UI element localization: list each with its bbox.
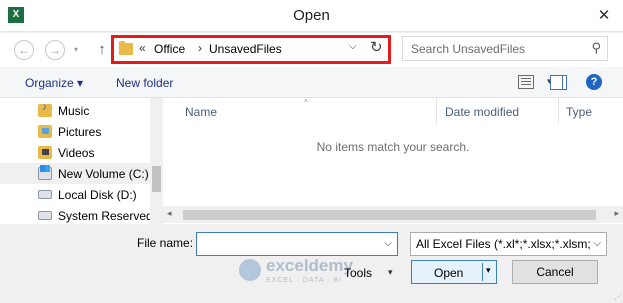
- scroll-right-icon[interactable]: ▸: [614, 208, 619, 219]
- breadcrumb-unsavedfiles[interactable]: UnsavedFiles: [209, 42, 282, 56]
- breadcrumb-overflow[interactable]: «: [139, 41, 146, 55]
- sidebar-item-music[interactable]: Music: [0, 100, 150, 121]
- drive-icon: [38, 190, 52, 199]
- forward-button[interactable]: →: [45, 40, 65, 60]
- dialog-footer: File name: ⌵ All Excel Files (*.xl*;*.xl…: [0, 224, 623, 303]
- breadcrumb-office[interactable]: Office: [154, 42, 185, 56]
- music-folder-icon: [38, 102, 52, 117]
- file-type-value: All Excel Files (*.xl*;*.xlsx;*.xlsm;: [416, 237, 591, 251]
- file-type-dropdown-icon[interactable]: ⌵: [591, 238, 601, 249]
- search-placeholder: Search UnsavedFiles: [411, 42, 526, 56]
- file-list: ^ Name Date modified Type No items match…: [163, 98, 623, 224]
- sidebar-item-label: Music: [58, 104, 90, 118]
- sidebar-scrollbar[interactable]: [150, 98, 163, 224]
- recent-locations-dropdown[interactable]: ▾: [70, 40, 82, 60]
- tools-button[interactable]: Tools: [344, 266, 372, 280]
- column-header-name[interactable]: Name: [185, 105, 217, 119]
- organize-button[interactable]: Organize ▾: [25, 76, 83, 90]
- close-button[interactable]: ✕: [593, 6, 615, 26]
- open-split-divider: [482, 263, 483, 281]
- empty-state-message: No items match your search.: [316, 140, 470, 154]
- file-name-dropdown-icon[interactable]: ⌵: [384, 238, 392, 249]
- sidebar-item-new-volume-c[interactable]: New Volume (C:): [0, 163, 150, 184]
- up-button[interactable]: ↑: [91, 40, 113, 60]
- address-bar[interactable]: « Office › UnsavedFiles ⌵ ↻: [111, 35, 391, 64]
- dialog-title: Open: [293, 7, 330, 24]
- watermark-name: exceldemy: [266, 256, 353, 275]
- command-toolbar: Organize ▾ New folder ▾ ?: [0, 67, 623, 98]
- watermark-tagline: EXCEL · DATA · BI: [266, 277, 342, 284]
- sidebar-item-label: Local Disk (D:): [58, 188, 137, 202]
- sidebar-item-label: Pictures: [58, 125, 102, 139]
- cancel-button[interactable]: Cancel: [512, 260, 598, 284]
- open-button-label: Open: [434, 266, 464, 280]
- sidebar-scrollbar-thumb[interactable]: [152, 166, 161, 192]
- resize-grip-icon[interactable]: ⋰: [614, 292, 622, 301]
- change-view-icon[interactable]: [518, 75, 534, 89]
- sort-indicator-icon: ^: [304, 98, 308, 107]
- file-type-select[interactable]: All Excel Files (*.xl*;*.xlsx;*.xlsm; ⌵: [410, 232, 607, 256]
- open-options-dropdown-icon[interactable]: ▾: [486, 265, 491, 276]
- refresh-icon[interactable]: ↻: [370, 38, 383, 56]
- new-folder-button[interactable]: New folder: [116, 76, 173, 90]
- help-icon[interactable]: ?: [586, 74, 602, 90]
- sidebar-item-pictures[interactable]: Pictures: [0, 121, 150, 142]
- file-name-field[interactable]: ⌵: [196, 232, 398, 256]
- file-name-label: File name:: [137, 236, 194, 250]
- pictures-folder-icon: [38, 125, 52, 138]
- sidebar-item-label: New Volume (C:): [58, 167, 149, 181]
- windows-drive-icon: [38, 165, 52, 180]
- title-bar: X Open ✕: [0, 0, 623, 32]
- folder-icon: [119, 41, 133, 55]
- preview-pane-icon[interactable]: [550, 75, 567, 90]
- sidebar-item-local-disk-d[interactable]: Local Disk (D:): [0, 184, 150, 205]
- column-divider[interactable]: [436, 98, 437, 124]
- horizontal-scrollbar[interactable]: ◂ ▸: [163, 206, 623, 223]
- sidebar-item-label: System Reserved: [58, 209, 153, 223]
- address-dropdown-icon[interactable]: ⌵: [349, 41, 357, 52]
- search-icon: ⚲: [591, 40, 601, 55]
- sidebar-item-label: Videos: [58, 146, 95, 160]
- horizontal-scrollbar-thumb[interactable]: [183, 210, 596, 220]
- column-header-date-modified[interactable]: Date modified: [445, 105, 519, 119]
- videos-folder-icon: [38, 146, 52, 159]
- breadcrumb-separator[interactable]: ›: [198, 41, 202, 55]
- search-input[interactable]: Search UnsavedFiles ⚲: [402, 36, 608, 61]
- sidebar-item-system-reserved[interactable]: System Reserved: [0, 205, 153, 226]
- navigation-pane: Music Pictures Videos New Volume (C:) Lo…: [0, 98, 163, 224]
- back-button[interactable]: ←: [14, 40, 34, 60]
- drive-icon: [38, 211, 52, 220]
- column-header-type[interactable]: Type: [566, 105, 592, 119]
- open-button[interactable]: Open ▾: [411, 260, 497, 284]
- column-divider[interactable]: [558, 98, 559, 124]
- sidebar-item-videos[interactable]: Videos: [0, 142, 150, 163]
- scroll-left-icon[interactable]: ◂: [167, 208, 172, 219]
- tools-dropdown-icon[interactable]: ▾: [388, 267, 393, 278]
- exceldemy-logo-icon: [239, 259, 261, 281]
